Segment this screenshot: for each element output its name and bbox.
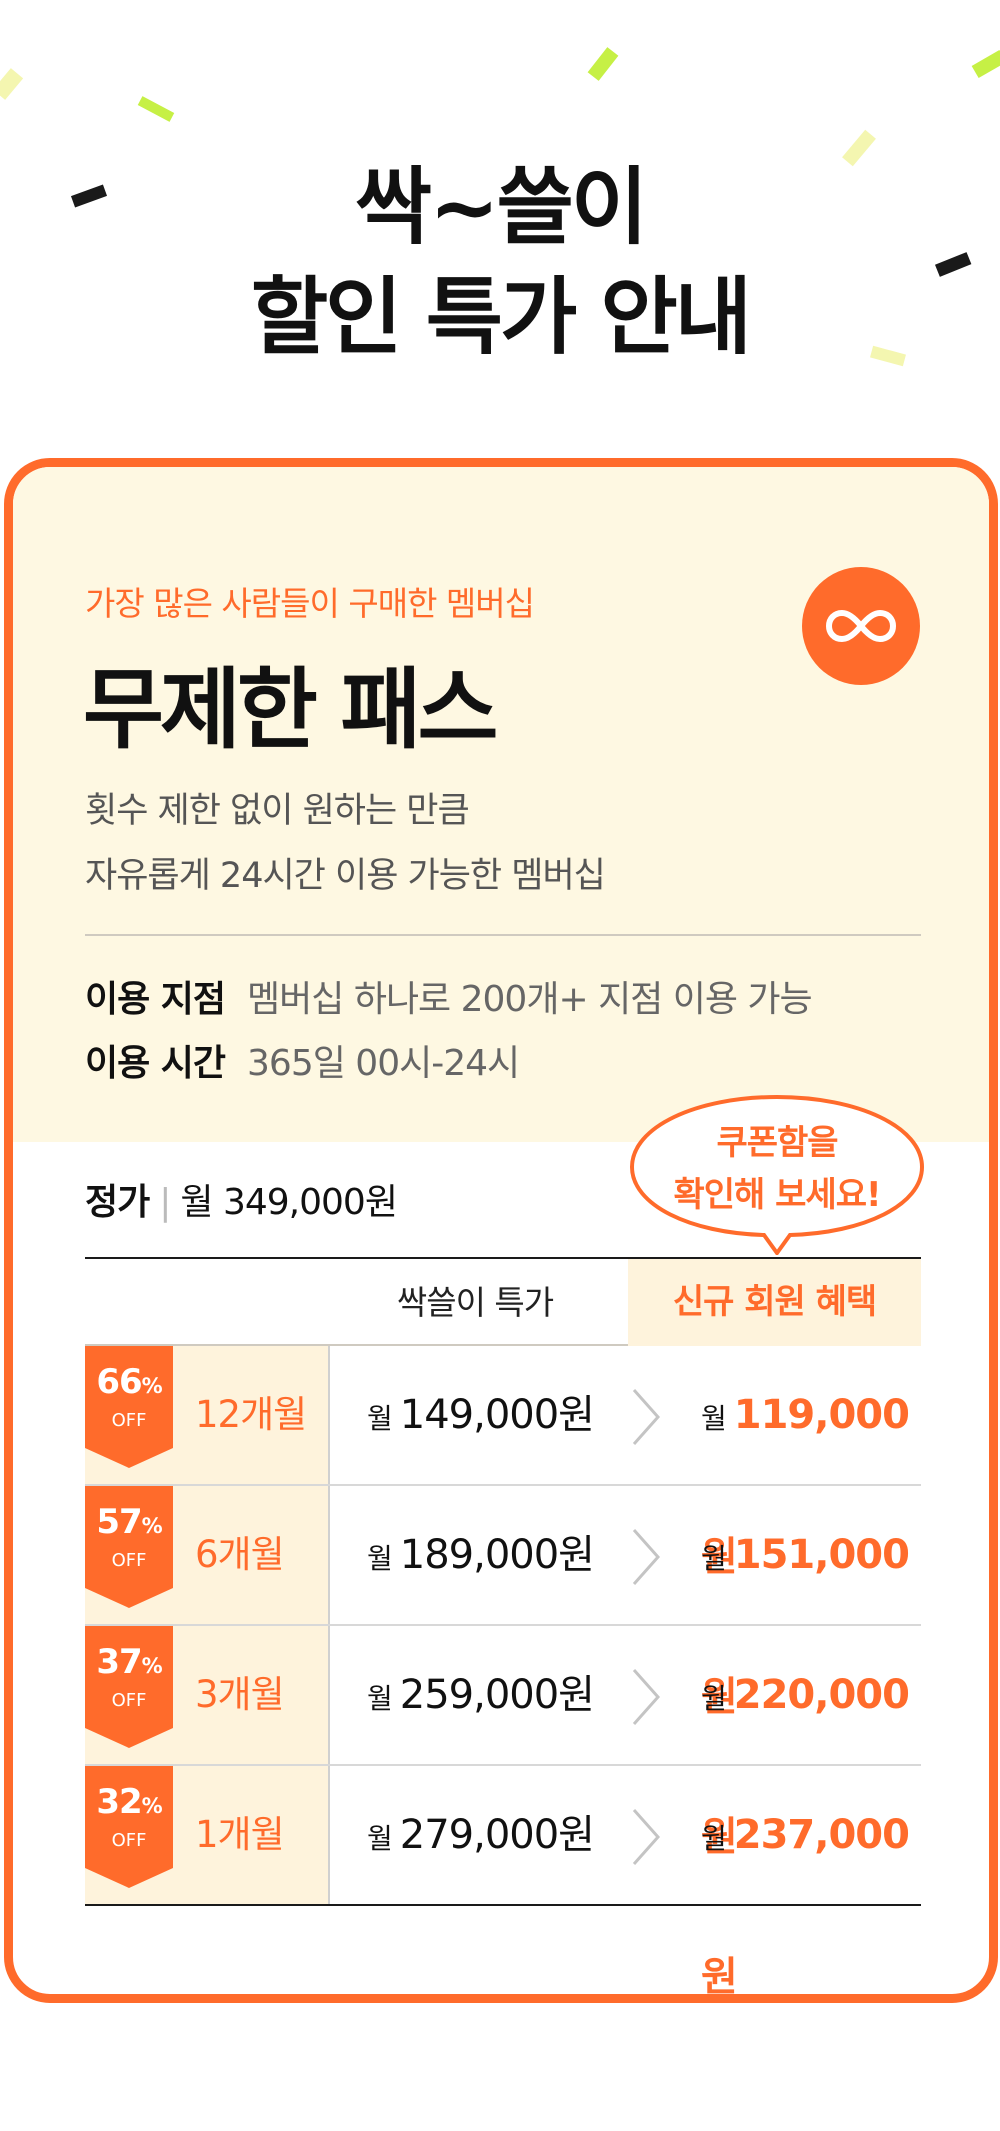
header-sale-price: 싹쓸이 특가 — [396, 1283, 554, 1322]
duration-label: 12개월 — [195, 1393, 307, 1436]
sale-price: 월 189,000원 — [367, 1532, 595, 1578]
chevron-right-icon — [632, 1389, 661, 1445]
discount-percent: 57% — [96, 1502, 162, 1542]
chevron-right-icon — [632, 1529, 661, 1585]
off-label: OFF — [111, 1410, 147, 1431]
regular-price: 정가 | 월 349,000원 — [85, 1182, 398, 1223]
new-member-price: 월 119,000원 — [701, 1392, 910, 1580]
chevron-right-icon — [632, 1809, 661, 1865]
table-row[interactable]: 37% OFF 3개월 월 259,000원 월 220,000원 — [85, 1626, 921, 1860]
new-member-price: 월 237,000원 — [701, 1812, 910, 2000]
header: 싹~쓸이 할인 특가 안내 — [0, 0, 1000, 455]
info-row-hours: 이용 시간 365일 00시-24시 — [85, 1043, 520, 1084]
divider — [85, 934, 921, 936]
table-row[interactable]: 66% OFF 12개월 월 149,000원 월 119,000원 — [85, 1346, 921, 1580]
sale-price: 월 279,000원 — [367, 1812, 595, 1858]
header-new-member: 신규 회원 혜택 — [628, 1259, 921, 1346]
chevron-right-icon — [632, 1669, 661, 1725]
table-header: 싹쓸이 특가 신규 회원 혜택 — [85, 1257, 921, 1346]
plan-desc-line2: 자유롭게 24시간 이용 가능한 멤버십 — [85, 856, 606, 896]
off-label: OFF — [111, 1830, 147, 1851]
price-table: 싹쓸이 특가 신규 회원 혜택 66% OFF 12개월 월 149,000원 월… — [85, 1257, 921, 2000]
table-row[interactable]: 57% OFF 6개월 월 189,000원 월 151,000원 — [85, 1486, 921, 1720]
sale-price: 월 149,000원 — [367, 1392, 595, 1438]
sale-price: 월 259,000원 — [367, 1672, 595, 1718]
membership-card: 가장 많은 사람들이 구매한 멤버십 무제한 패스 횟수 제한 없이 원하는 만… — [4, 458, 998, 2003]
infinity-badge — [802, 567, 920, 685]
new-member-price: 월 151,000원 — [701, 1532, 910, 1720]
discount-percent: 32% — [96, 1782, 162, 1822]
plan-name: 무제한 패스 — [83, 658, 498, 761]
duration-label: 1개월 — [195, 1813, 285, 1856]
page-title-line1: 싹~쓸이 — [354, 158, 648, 256]
off-label: OFF — [111, 1550, 147, 1571]
table-row[interactable]: 32% OFF 1개월 월 279,000원 월 237,000원 — [85, 1766, 921, 2000]
infinity-icon — [826, 610, 896, 642]
page-title-line2: 할인 특가 안내 — [228, 250, 782, 377]
discount-percent: 66% — [96, 1362, 162, 1402]
duration-label: 3개월 — [195, 1673, 285, 1716]
discount-percent: 37% — [96, 1642, 162, 1682]
info-row-location: 이용 지점 멤버십 하나로 200개+ 지점 이용 가능 — [85, 979, 813, 1020]
new-member-price: 월 220,000원 — [701, 1672, 910, 1860]
off-label: OFF — [111, 1690, 147, 1711]
plan-desc-line1: 횟수 제한 없이 원하는 만큼 — [85, 791, 470, 831]
duration-label: 6개월 — [195, 1533, 285, 1576]
plan-subtitle: 가장 많은 사람들이 구매한 멤버십 — [85, 584, 535, 623]
coupon-bubble-text[interactable]: 쿠폰함을 확인해 보세요! — [628, 1117, 926, 1221]
